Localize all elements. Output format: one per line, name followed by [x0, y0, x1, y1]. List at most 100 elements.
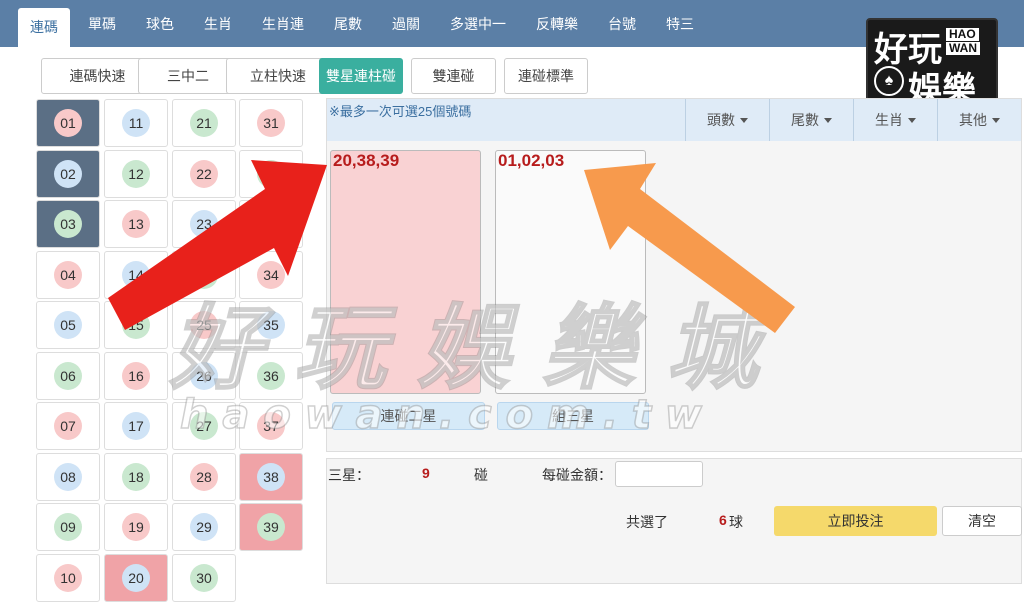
number-ball: 38 — [257, 462, 285, 491]
number-cell[interactable]: 28 — [172, 452, 236, 501]
sub-mode-button[interactable]: 立柱快速 — [226, 58, 330, 94]
filter-other-dropdown[interactable]: 其他 — [937, 99, 1021, 141]
number-ball: 15 — [122, 311, 150, 339]
number-cell[interactable]: 30 — [172, 553, 236, 602]
number-ball: 07 — [54, 412, 82, 440]
nav-tab[interactable]: 過關 — [380, 5, 432, 43]
number-cell[interactable]: 15 — [104, 301, 168, 349]
number-ball: 32 — [257, 159, 285, 188]
number-cell[interactable]: 16 — [104, 351, 168, 400]
card-label-triple[interactable]: 組三星 — [497, 402, 649, 430]
filter-label: 頭數 — [707, 112, 735, 128]
number-cell[interactable]: 23 — [172, 200, 236, 248]
nav-tab[interactable]: 多選中一 — [438, 5, 518, 43]
nav-tab[interactable]: 台號 — [596, 5, 648, 43]
number-cell[interactable]: 01 — [36, 99, 100, 147]
number-cell[interactable]: 17 — [104, 402, 168, 450]
max-selection-note: ※最多一次可選25個號碼 — [329, 104, 472, 119]
number-cell[interactable]: 07 — [36, 402, 100, 450]
number-ball: 24 — [190, 260, 218, 289]
number-cell[interactable]: 12 — [104, 149, 168, 198]
number-ball: 01 — [54, 109, 82, 137]
number-cell[interactable]: 18 — [104, 452, 168, 501]
number-cell[interactable]: 31 — [239, 99, 303, 147]
nav-tab[interactable]: 單碼 — [76, 5, 128, 43]
number-cell[interactable]: 02 — [36, 149, 100, 198]
combo-card-pair[interactable]: 20,38,39 — [330, 150, 481, 394]
place-bet-button[interactable]: 立即投注 — [774, 506, 937, 536]
combo-numbers: 01,02,03 — [498, 151, 565, 170]
amount-input[interactable] — [615, 461, 703, 487]
caret-down-icon — [992, 117, 1000, 123]
sub-mode-button[interactable]: 三中二 — [138, 58, 238, 94]
number-cell[interactable]: 25 — [172, 301, 236, 349]
number-cell[interactable]: 36 — [239, 351, 303, 400]
number-ball: 03 — [54, 210, 82, 238]
number-ball: 39 — [257, 513, 285, 541]
filter-zodiac-dropdown[interactable]: 生肖 — [853, 99, 937, 141]
number-cell[interactable]: 05 — [36, 301, 100, 349]
number-cell[interactable]: 11 — [104, 99, 168, 147]
nav-tab[interactable]: 生肖連 — [250, 5, 316, 43]
number-cell[interactable]: 33 — [239, 200, 303, 248]
number-cell[interactable]: 20 — [104, 553, 168, 602]
number-cell[interactable]: 27 — [172, 402, 236, 450]
filter-head-dropdown[interactable]: 頭數 — [685, 99, 769, 141]
number-ball: 34 — [257, 260, 285, 289]
nav-tab[interactable]: 生肖 — [192, 5, 244, 43]
number-cell[interactable]: 24 — [172, 250, 236, 299]
nav-tab[interactable]: 連碼 — [18, 8, 70, 47]
filter-label: 生肖 — [875, 112, 903, 128]
clear-button[interactable]: 清空 — [942, 506, 1022, 536]
logo-wan: WAN — [946, 42, 980, 55]
combo-card-triple[interactable]: 01,02,03 — [495, 150, 646, 394]
nav-tab[interactable]: 尾數 — [322, 5, 374, 43]
number-ball: 17 — [122, 412, 150, 440]
number-ball: 13 — [122, 210, 150, 238]
number-ball: 33 — [257, 210, 285, 238]
site-logo: 好玩 HAO WAN ♠ 娛樂 — [866, 18, 998, 104]
number-cell[interactable]: 13 — [104, 200, 168, 248]
number-cell[interactable]: 32 — [239, 149, 303, 198]
number-cell[interactable]: 10 — [36, 553, 100, 602]
filter-tail-dropdown[interactable]: 尾數 — [769, 99, 853, 141]
number-cell[interactable]: 09 — [36, 503, 100, 551]
sub-mode-button[interactable]: 雙星連柱碰 — [319, 58, 403, 94]
number-cell[interactable]: 39 — [239, 503, 303, 551]
three-star-label: 三星： — [328, 467, 370, 483]
caret-down-icon — [908, 117, 916, 123]
filter-label: 其他 — [959, 112, 987, 128]
nav-tab[interactable]: 反轉樂 — [524, 5, 590, 43]
number-cell[interactable]: 29 — [172, 503, 236, 551]
number-ball: 21 — [190, 109, 218, 137]
sub-mode-button[interactable]: 連碰標準 — [504, 58, 588, 94]
number-cell[interactable]: 04 — [36, 250, 100, 299]
number-cell[interactable]: 06 — [36, 351, 100, 400]
number-ball: 18 — [122, 462, 150, 491]
nav-tab[interactable]: 特三 — [654, 5, 706, 43]
number-cell[interactable]: 21 — [172, 99, 236, 147]
number-ball: 20 — [122, 563, 150, 592]
selected-label: 共選了 — [626, 514, 668, 530]
sub-mode-button[interactable]: 雙連碰 — [411, 58, 496, 94]
number-ball: 09 — [54, 513, 82, 541]
caret-down-icon — [824, 117, 832, 123]
number-ball: 37 — [257, 412, 285, 440]
number-cell[interactable]: 03 — [36, 200, 100, 248]
number-ball: 19 — [122, 513, 150, 541]
number-ball: 12 — [122, 159, 150, 188]
amount-label: 每碰金額： — [542, 467, 612, 483]
number-cell[interactable]: 22 — [172, 149, 236, 198]
number-cell[interactable]: 38 — [239, 452, 303, 501]
card-label-pair[interactable]: 連碰二星 — [332, 402, 485, 430]
number-ball: 30 — [190, 563, 218, 592]
nav-tab[interactable]: 球色 — [134, 5, 186, 43]
number-cell[interactable]: 37 — [239, 402, 303, 450]
number-cell[interactable]: 08 — [36, 452, 100, 501]
number-cell[interactable]: 19 — [104, 503, 168, 551]
number-cell[interactable]: 35 — [239, 301, 303, 349]
number-cell[interactable]: 34 — [239, 250, 303, 299]
number-ball: 14 — [122, 260, 150, 289]
number-cell[interactable]: 14 — [104, 250, 168, 299]
number-cell[interactable]: 26 — [172, 351, 236, 400]
